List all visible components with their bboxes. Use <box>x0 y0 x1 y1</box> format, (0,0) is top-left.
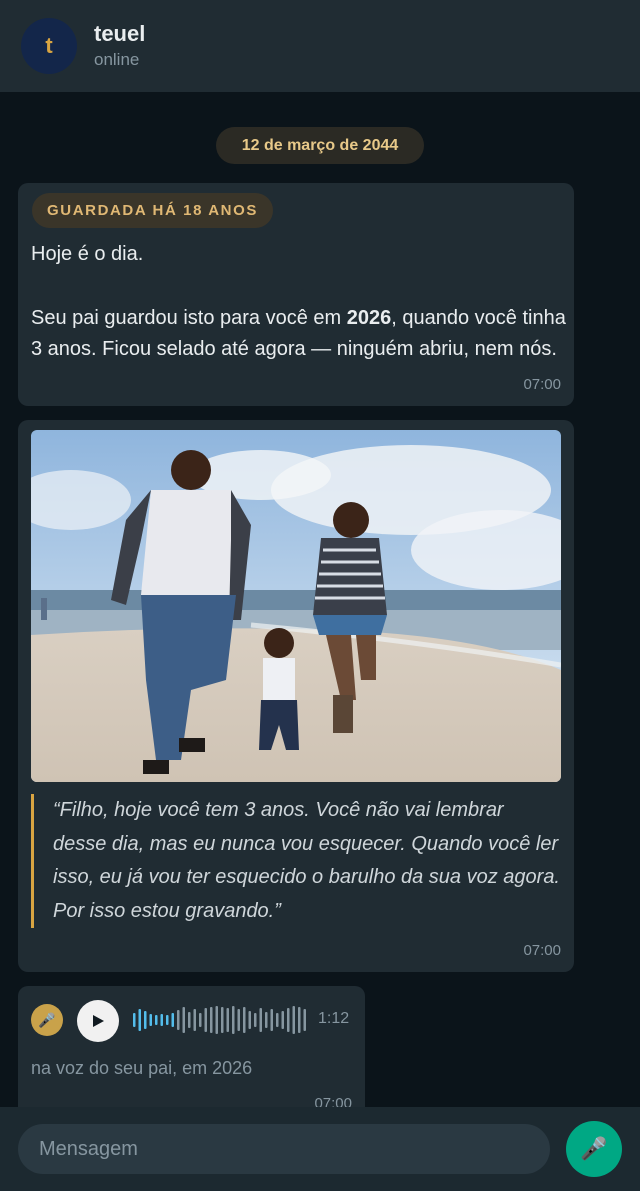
message-paragraph: Seu pai guardou isto para você em 2026, … <box>31 303 566 366</box>
voice-caption: na voz do seu pai, em 2026 <box>31 1058 253 1078</box>
waveform-bar <box>199 1013 202 1027</box>
microphone-icon: 🎤 <box>580 1136 608 1161</box>
waveform-bar <box>160 1014 163 1026</box>
waveform-bar <box>259 1008 262 1032</box>
waveform-bar <box>177 1010 180 1030</box>
waveform-bar <box>215 1006 218 1034</box>
message-time: 07:00 <box>523 376 561 393</box>
waveform-bar <box>303 1009 306 1031</box>
date-divider: 12 de março de 2044 <box>216 127 424 164</box>
waveform-bar <box>149 1014 152 1026</box>
contact-status: online <box>94 50 140 69</box>
message-year: 2026 <box>346 306 392 329</box>
waveform-bar <box>221 1007 224 1033</box>
contact-name: teuel <box>94 21 146 46</box>
waveform-bar <box>133 1013 136 1027</box>
avatar[interactable]: t <box>21 18 77 74</box>
audio-duration: 1:12 <box>318 1010 350 1027</box>
audio-waveform[interactable] <box>132 1005 308 1035</box>
play-button[interactable] <box>77 1000 119 1042</box>
waveform-bar <box>281 1011 284 1029</box>
quote-text: “Filho, hoje você tem 3 anos. Você não v… <box>31 794 561 928</box>
waveform-bar <box>276 1013 279 1027</box>
message-bubble-photo[interactable]: “Filho, hoje você tem 3 anos. Você não v… <box>18 420 574 972</box>
message-text-part: Seu pai guardou isto para você em <box>31 306 347 329</box>
waveform-bar <box>155 1015 158 1025</box>
waveform-bar <box>166 1015 169 1025</box>
waveform-bar <box>138 1009 141 1031</box>
waveform-bar <box>232 1006 235 1034</box>
waveform-bar <box>144 1011 147 1029</box>
message-bubble-voice[interactable]: 🎤 1:12 na voz do seu pai, em 2026 07:00 <box>18 986 365 1126</box>
waveform-bar <box>248 1011 251 1029</box>
sealed-badge: GUARDADA HÁ 18 ANOS <box>32 193 273 228</box>
waveform-bar <box>193 1009 196 1031</box>
message-input[interactable]: Mensagem <box>18 1124 550 1174</box>
family-beach-photo[interactable] <box>31 430 561 782</box>
waveform-bar <box>171 1013 174 1027</box>
waveform-bar <box>270 1009 273 1031</box>
waveform-bar <box>298 1007 301 1033</box>
play-icon <box>93 1015 104 1027</box>
waveform-bar <box>243 1007 246 1033</box>
contact-info[interactable]: teuel online <box>94 21 145 71</box>
composer-bar: Mensagem 🎤 <box>0 1107 640 1191</box>
waveform-bar <box>204 1008 207 1032</box>
waveform-bar <box>237 1009 240 1031</box>
waveform-bar <box>226 1008 229 1032</box>
microphone-icon: 🎤 <box>31 1004 63 1036</box>
waveform-bar <box>292 1006 295 1034</box>
waveform-bar <box>265 1012 268 1028</box>
record-voice-button[interactable]: 🎤 <box>566 1121 622 1177</box>
photo-illustration <box>31 430 561 782</box>
message-paragraph: Hoje é o dia. <box>31 243 144 265</box>
chat-header[interactable]: t teuel online <box>0 0 640 92</box>
waveform-bar <box>287 1008 290 1032</box>
message-time: 07:00 <box>523 942 561 959</box>
message-text: Hoje é o dia. Seu pai guardou isto para … <box>31 239 566 366</box>
waveform-bar <box>210 1007 213 1033</box>
waveform-bar <box>254 1013 257 1027</box>
waveform-bar <box>188 1012 191 1028</box>
waveform-bar <box>182 1007 185 1033</box>
message-bubble-text[interactable]: GUARDADA HÁ 18 ANOS Hoje é o dia. Seu pa… <box>18 183 574 406</box>
